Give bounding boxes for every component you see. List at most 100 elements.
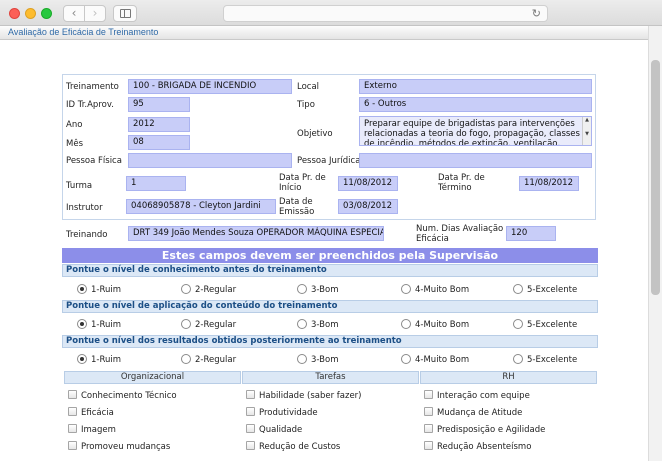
tarefas-header: Tarefas <box>242 371 419 384</box>
q3-option-3-label: 3-Bom <box>311 355 339 365</box>
q1-option-1-label: 1-Ruim <box>91 285 122 295</box>
q3-option-5-label: 5-Excelente <box>527 355 578 365</box>
tipo-field[interactable]: 6 - Outros <box>359 97 592 112</box>
chk-conhecimento-tecnico[interactable] <box>68 390 77 399</box>
app-title: Avaliação de Eficácia de Treinamento <box>0 26 648 40</box>
data-inicio-label: Data Pr. de Início <box>279 173 326 193</box>
tipo-label: Tipo <box>297 100 315 110</box>
instrutor-field[interactable]: 04068905878 - Cleyton Jardini <box>126 199 276 214</box>
pessoa-juridica-field[interactable] <box>359 153 592 168</box>
pessoa-fisica-field[interactable] <box>128 153 292 168</box>
q2-option-5-label: 5-Excelente <box>527 320 578 330</box>
q1-radio-3-bom[interactable] <box>297 284 307 294</box>
q3-option-4-label: 4-Muito Bom <box>415 355 470 365</box>
local-label: Local <box>297 82 320 92</box>
q1-option-4-label: 4-Muito Bom <box>415 285 470 295</box>
q2-radio-3-bom[interactable] <box>297 319 307 329</box>
q2-radio-5-excelente[interactable] <box>513 319 523 329</box>
chk-imagem[interactable] <box>68 424 77 433</box>
zoom-window-button[interactable] <box>41 8 52 19</box>
instrutor-label: Instrutor <box>66 203 103 213</box>
pessoa-juridica-label: Pessoa Jurídica <box>297 156 361 166</box>
textarea-scrollbar[interactable]: ▲ ▼ <box>582 117 591 145</box>
chevron-left-icon: ‹ <box>71 6 77 20</box>
chk-predisposicao-agilidade[interactable] <box>424 424 433 433</box>
chk-interacao-equipe[interactable] <box>424 390 433 399</box>
data-inicio-field[interactable]: 11/08/2012 <box>338 176 398 191</box>
mes-label: Mês <box>66 139 83 149</box>
data-emissao-field[interactable]: 03/08/2012 <box>338 199 398 214</box>
q3-radio-1-ruim[interactable] <box>77 354 87 364</box>
org-item-label: Imagem <box>81 425 116 435</box>
treinando-label: Treinando <box>66 230 108 240</box>
chk-mudanca-atitude[interactable] <box>424 407 433 416</box>
rh-item-label: Interação com equipe <box>437 391 530 401</box>
org-item-label: Conhecimento Técnico <box>81 391 177 401</box>
organizacional-header: Organizacional <box>64 371 241 384</box>
turma-field[interactable]: 1 <box>126 176 186 191</box>
treinamento-label: Treinamento <box>66 82 119 92</box>
treinando-field[interactable]: DRT 349 João Mendes Souza OPERADOR MÁQUI… <box>128 226 384 241</box>
q1-radio-5-excelente[interactable] <box>513 284 523 294</box>
question-3-title: Pontue o nível dos resultados obtidos po… <box>62 335 598 348</box>
rh-item-label: Redução Absenteísmo <box>437 442 532 452</box>
vertical-scrollbar[interactable] <box>648 26 662 461</box>
q1-radio-1-ruim[interactable] <box>77 284 87 294</box>
q2-option-2-label: 2-Regular <box>195 320 237 330</box>
objetivo-text: Preparar equipe de brigadistas para inte… <box>364 119 580 146</box>
reload-icon[interactable]: ↻ <box>532 6 541 21</box>
browser-toolbar: ‹ › ↻ <box>0 0 662 26</box>
q3-radio-5-excelente[interactable] <box>513 354 523 364</box>
q1-option-2-label: 2-Regular <box>195 285 237 295</box>
treinamento-field[interactable]: 100 - BRIGADA DE INCENDIO <box>128 79 292 94</box>
local-field[interactable]: Externo <box>359 79 592 94</box>
rh-item-label: Predisposição e Agilidade <box>437 425 546 435</box>
sidebar-icon <box>120 9 131 18</box>
id-tr-aprov-field[interactable]: 95 <box>128 97 190 112</box>
objetivo-label: Objetivo <box>297 129 333 139</box>
chk-eficacia[interactable] <box>68 407 77 416</box>
chk-promoveu-mudancas[interactable] <box>68 441 77 450</box>
address-bar[interactable]: ↻ <box>223 5 548 22</box>
data-emissao-label: Data de Emissão <box>279 197 315 217</box>
chk-habilidade[interactable] <box>246 390 255 399</box>
q3-radio-4-muito-bom[interactable] <box>401 354 411 364</box>
mes-field[interactable]: 08 <box>128 135 190 150</box>
tarefas-item-label: Qualidade <box>259 425 303 435</box>
data-termino-field[interactable]: 11/08/2012 <box>519 176 579 191</box>
data-termino-label: Data Pr. de Término <box>438 173 485 193</box>
back-button[interactable]: ‹ <box>63 5 85 22</box>
question-2-title: Pontue o nível de aplicação do conteúdo … <box>62 300 598 313</box>
chk-reducao-absenteismo[interactable] <box>424 441 433 450</box>
supervisao-banner: Estes campos devem ser preenchidos pela … <box>62 248 598 263</box>
close-window-button[interactable] <box>9 8 20 19</box>
num-dias-label: Num. Dias Avaliação Eficácia <box>416 224 504 244</box>
minimize-window-button[interactable] <box>25 8 36 19</box>
org-item-label: Promoveu mudanças <box>81 442 171 452</box>
q2-radio-1-ruim[interactable] <box>77 319 87 329</box>
chk-reducao-custos[interactable] <box>246 441 255 450</box>
rh-item-label: Mudança de Atitude <box>437 408 523 418</box>
q3-radio-2-regular[interactable] <box>181 354 191 364</box>
pessoa-fisica-label: Pessoa Física <box>66 156 122 166</box>
q3-radio-3-bom[interactable] <box>297 354 307 364</box>
forward-button[interactable]: › <box>84 5 106 22</box>
ano-field[interactable]: 2012 <box>128 117 190 132</box>
q3-option-2-label: 2-Regular <box>195 355 237 365</box>
question-1-title: Pontue o nível de conhecimento antes do … <box>62 264 598 277</box>
scrollbar-thumb[interactable] <box>651 60 660 295</box>
q1-option-5-label: 5-Excelente <box>527 285 578 295</box>
rh-header: RH <box>420 371 597 384</box>
objetivo-textarea[interactable]: Preparar equipe de brigadistas para inte… <box>359 116 592 146</box>
q1-radio-4-muito-bom[interactable] <box>401 284 411 294</box>
chk-produtividade[interactable] <box>246 407 255 416</box>
turma-label: Turma <box>66 181 93 191</box>
q2-radio-4-muito-bom[interactable] <box>401 319 411 329</box>
tarefas-item-label: Redução de Custos <box>259 442 341 452</box>
num-dias-field[interactable]: 120 <box>506 226 556 241</box>
chk-qualidade[interactable] <box>246 424 255 433</box>
sidebar-toggle-button[interactable] <box>113 5 137 22</box>
ano-label: Ano <box>66 120 83 130</box>
q2-radio-2-regular[interactable] <box>181 319 191 329</box>
q1-radio-2-regular[interactable] <box>181 284 191 294</box>
